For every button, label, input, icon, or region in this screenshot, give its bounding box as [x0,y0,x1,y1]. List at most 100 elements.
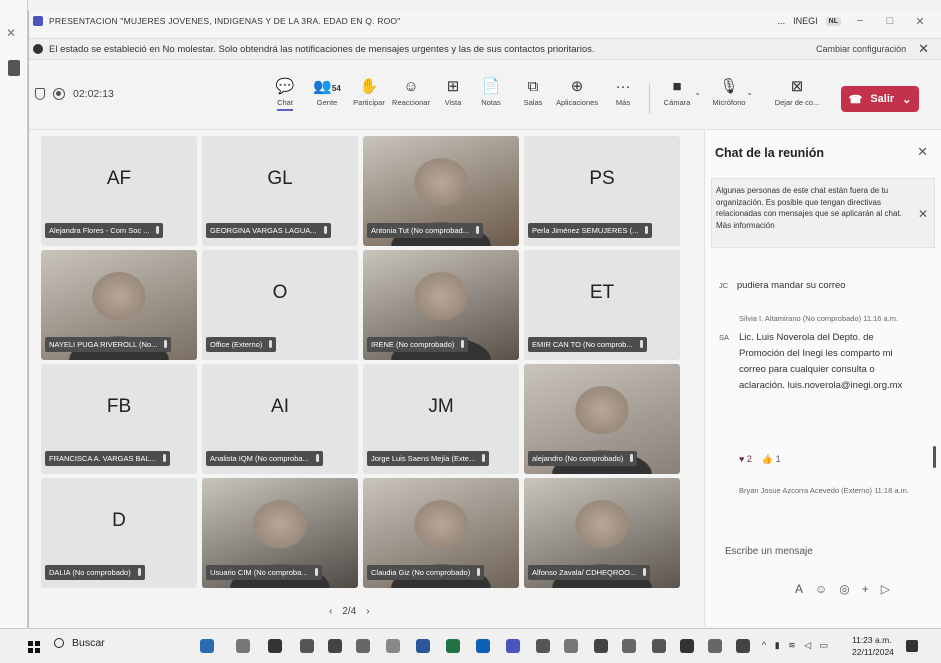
dismiss-notification-button[interactable]: ✕ [918,41,929,57]
participant-tile[interactable]: D DALIA (No comprobado) [41,478,197,588]
participant-tile[interactable]: Alfonso Zavala/ CDHEQROO... [524,478,680,588]
app-icon[interactable] [652,639,666,653]
participant-tile[interactable]: alejandro (No comprobado) [524,364,680,474]
close-chat-button[interactable]: ✕ [917,144,928,160]
elapsed-time: 02:02:13 [73,88,114,100]
system-tray[interactable]: ^ ▮ ≋ ◁ ▭ [762,640,831,651]
participant-tile[interactable]: ET EMIR CAN TO (No comprob... [524,250,680,360]
word-icon[interactable] [416,639,430,653]
participant-name-label: NAYELI PUGA RIVEROLL (No... [45,337,172,352]
participant-tile[interactable]: AI Analista IQM (No comproba... [202,364,358,474]
participant-tile[interactable]: PS Perla Jiménez SEMUJERES (... [524,136,680,246]
like-reaction[interactable]: 👍 1 [762,454,781,465]
windows-start-icon[interactable] [28,641,40,653]
loop-icon[interactable]: ◎ [839,582,849,596]
file-icon[interactable] [386,639,400,653]
more-label: Más [615,98,631,107]
emoji-icon[interactable]: ☺ [815,582,827,596]
rooms-button[interactable]: ⧉ Salas [511,76,555,107]
camera-label: Cámara [663,98,691,107]
dismiss-warning-button[interactable]: ✕ [918,208,928,221]
chat-scrollbar[interactable] [933,446,936,468]
minimize-button[interactable]: − [849,15,871,27]
chevron-down-icon[interactable]: ⌄ [746,88,753,97]
clock-time: 11:23 a.m. [852,635,892,645]
maximize-button[interactable]: □ [879,15,901,27]
participant-tile[interactable]: Antonia Tut (No comprobad... [363,136,519,246]
sound-icon[interactable] [300,639,314,653]
app-icon[interactable] [736,639,750,653]
apps-button[interactable]: ⊕ Aplicaciones [555,76,599,107]
taskbar-clock[interactable]: 11:23 a.m. 22/11/2024 [852,634,894,658]
send-icon[interactable]: ▷ [881,582,890,596]
message-compose-input[interactable]: Escribe un mensaje [725,546,813,557]
side-button[interactable] [8,60,20,76]
participant-tile[interactable]: Claudia Giz (No comprobado) [363,478,519,588]
participant-name-label: EMIR CAN TO (No comprob... [528,337,647,352]
format-icon[interactable]: A [795,582,803,596]
chrome-icon[interactable] [622,639,636,653]
close-window-button[interactable]: ✕ [909,15,931,28]
window-title: PRESENTACION "MUJERES JOVENES, INDIGENAS… [49,16,401,26]
taskbar-search[interactable]: Buscar [54,637,105,649]
taskview-icon[interactable] [268,639,282,653]
close-icon[interactable]: ✕ [6,26,16,40]
app-icon[interactable] [680,639,694,653]
add-icon[interactable]: + [862,582,869,596]
shield-icon [35,88,45,100]
app-icon[interactable] [708,639,722,653]
teams-icon[interactable] [506,639,520,653]
participant-name-label: Perla Jiménez SEMUJERES (... [528,223,653,238]
dnd-notification-bar: El estado se estableció en No molestar. … [29,38,941,60]
outlook-icon[interactable] [476,639,490,653]
chrome-icon[interactable] [356,639,370,653]
camera-button[interactable]: ■ Cámara ⌄ [655,76,701,107]
windows-taskbar: Buscar ^ ▮ ≋ ◁ ▭ 11:23 a.m. 22/11/2024 [0,628,941,663]
heart-reaction[interactable]: ♥ 2 [739,454,752,465]
edge-icon[interactable] [200,639,214,653]
participant-initials: AF [106,168,132,189]
participant-tile[interactable]: O Office (Externo) [202,250,358,360]
chat-message: JC pudiera mandar su correo [719,280,846,291]
participant-tile[interactable]: Usuario CIM (No comproba... [202,478,358,588]
excel-icon[interactable] [446,639,460,653]
participant-initials: FB [106,396,132,417]
participant-tile[interactable]: JM Jorge Luis Saens Mejía (Exte... [363,364,519,474]
notification-center-icon[interactable] [906,640,918,652]
stop-share-icon: ⊠ [790,78,804,95]
account-avatar[interactable]: NL [825,16,841,26]
participant-tile[interactable]: FB FRANCISCA A. VARGAS BAL... [41,364,197,474]
participant-name-label: IRENE (No comprobado) [367,337,469,352]
microphone-button[interactable]: 🎙 Micrófono ⌄ [707,76,753,107]
message-reactions[interactable]: ♥ 2 👍 1 [739,454,781,465]
chat-button[interactable]: 💬 Chat [263,76,307,111]
notification-text: El estado se estableció en No molestar. … [49,43,595,55]
message-text: pudiera mandar su correo [736,280,846,291]
raise-hand-button[interactable]: ✋ Participar [347,76,391,107]
people-button[interactable]: 👥54 Gente [305,76,349,107]
meeting-timer: 02:02:13 [35,88,114,100]
participant-name-label: Alejandra Flores - Com Soc ... [45,223,164,238]
change-settings-link[interactable]: Cambiar configuración [816,44,906,54]
participant-tile[interactable]: NAYELI PUGA RIVEROLL (No... [41,250,197,360]
more-button[interactable]: ··· Más [601,76,645,107]
calendar-icon[interactable] [536,639,550,653]
maps-icon[interactable] [594,639,608,653]
react-button[interactable]: ☺ Reaccionar [389,76,433,107]
chat-title: Chat de la reunión [715,146,825,160]
participant-tile[interactable]: GL GEORGINA VARGAS LAGUA... [202,136,358,246]
more-options-button[interactable]: ... [778,16,786,26]
participant-initials: O [272,282,288,303]
chevron-down-icon[interactable]: ⌄ [694,88,701,97]
stop-sharing-button[interactable]: ⊠ Dejar de co... [771,76,823,107]
participant-tile[interactable]: AF Alejandra Flores - Com Soc ... [41,136,197,246]
participant-tile[interactable]: IRENE (No comprobado) [363,250,519,360]
widgets-icon[interactable] [236,639,250,653]
chevron-down-icon[interactable]: ⌄ [902,93,911,106]
notes-button[interactable]: 📄 Notas [469,76,513,107]
next-page-button[interactable]: › [366,606,369,617]
store-icon[interactable] [328,639,342,653]
leave-meeting-button[interactable]: ☎ Salir ⌄ [841,86,919,112]
previous-page-button[interactable]: ‹ [329,606,332,617]
folder-icon[interactable] [564,639,578,653]
